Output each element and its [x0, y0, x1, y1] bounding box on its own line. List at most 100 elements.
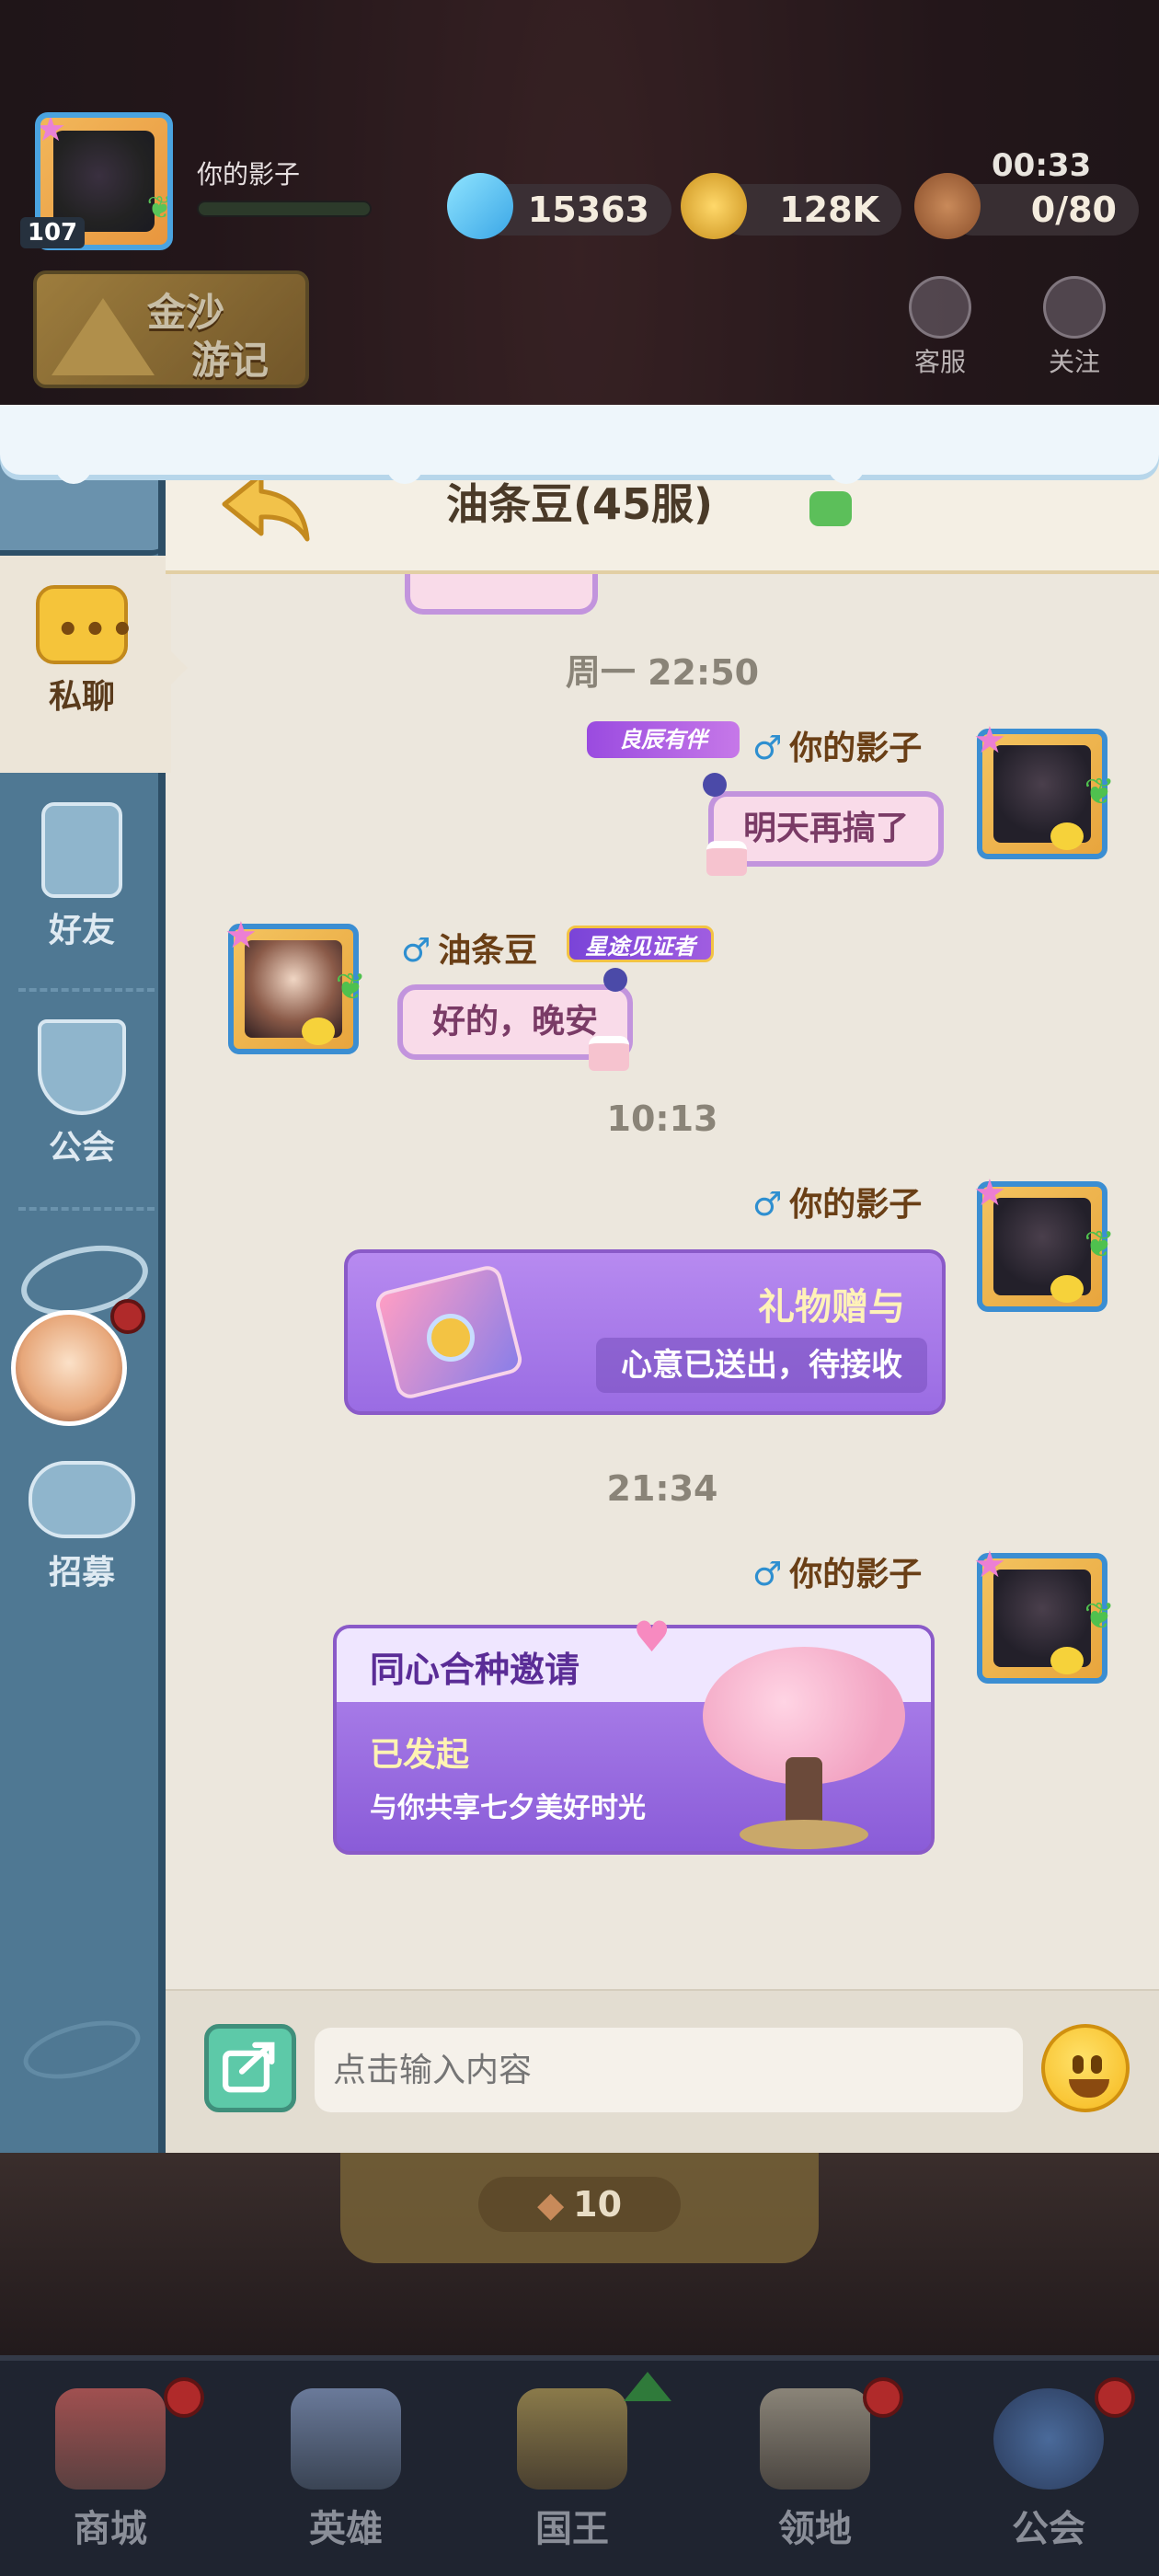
avatar[interactable]: ★ ❦ — [973, 719, 1115, 859]
helmet-icon — [291, 2388, 401, 2490]
planet-icon — [993, 2388, 1104, 2490]
xp-bar — [197, 201, 372, 217]
palm-leaf-icon: ❦ — [335, 966, 366, 1008]
avatar[interactable]: ★ ❦ — [224, 914, 366, 1054]
nav-king[interactable]: 国王 — [480, 2388, 664, 2552]
customer-service-label: 客服 — [913, 347, 966, 377]
gift-card-status: 心意已送出，待接收 — [596, 1338, 927, 1393]
sender-name: ♂ 你的影子 — [752, 721, 922, 769]
customer-service-button[interactable]: 客服 — [903, 276, 977, 379]
gift-card[interactable]: 礼物赠与 心意已送出，待接收 — [344, 1249, 946, 1415]
follow-button[interactable]: 关注 — [1038, 276, 1111, 379]
snow-cap — [0, 405, 1159, 475]
nav-shop-label: 商城 — [74, 2508, 147, 2550]
nav-territory-label: 领地 — [778, 2508, 852, 2550]
male-icon: ♂ — [752, 1186, 783, 1224]
previous-message-bubble — [405, 574, 598, 615]
meat-icon: ◆ — [536, 2184, 565, 2225]
helper-character-avatar[interactable] — [11, 1310, 127, 1426]
duck-icon — [1050, 1647, 1084, 1674]
chat-status-icon — [809, 491, 852, 526]
crown-icon — [517, 2388, 627, 2490]
male-icon: ♂ — [752, 730, 783, 767]
meat-icon — [914, 173, 981, 239]
timestamp: 10:13 — [606, 1098, 718, 1139]
emoji-button[interactable] — [1041, 2024, 1130, 2112]
berry-decoration-icon — [703, 773, 727, 797]
headset-icon — [909, 276, 971, 339]
cost-counter: ◆ 10 — [478, 2177, 681, 2232]
duck-icon — [1050, 1275, 1084, 1303]
sender-name: ♂ 你的影子 — [752, 1178, 922, 1225]
notification-dot — [110, 1299, 145, 1334]
invite-card-subtitle: 与你共享七夕美好时光 — [370, 1792, 646, 1824]
notification-dot — [863, 2377, 903, 2418]
sender-name-text: 你的影子 — [789, 1556, 923, 1593]
upgrade-arrow-icon — [624, 2372, 671, 2401]
player-name: 你的影子 — [197, 159, 301, 190]
berry-decoration-icon — [603, 968, 627, 992]
heart-icon: ♥ — [633, 1612, 671, 1662]
pyramid-icon — [52, 298, 155, 375]
timestamp: 周一 22:50 — [565, 652, 760, 693]
event-banner-line2: 游记 — [191, 338, 270, 383]
title-tag: 星途见证者 — [567, 926, 714, 962]
sender-name: ♂ 油条豆 — [401, 924, 537, 972]
palm-leaf-icon: ❦ — [1084, 771, 1115, 813]
event-banner[interactable]: 金沙 游记 — [33, 270, 309, 388]
avatar[interactable]: ★ ❦ — [973, 1172, 1115, 1312]
cake-decoration-icon — [706, 841, 747, 876]
follow-label: 关注 — [1048, 347, 1100, 377]
duck-icon — [302, 1018, 335, 1045]
avatar[interactable]: ★ ❦ — [973, 1544, 1115, 1684]
castle-icon — [760, 2388, 870, 2490]
chat-bubble-icon: ••• — [36, 585, 134, 664]
share-icon — [222, 2041, 275, 2093]
invite-card-title: 同心合种邀请 — [370, 1650, 580, 1690]
nav-heroes[interactable]: 英雄 — [254, 2388, 438, 2552]
tab-friends[interactable]: 好友 — [0, 802, 164, 951]
tab-private-chat[interactable]: ••• 私聊 — [0, 585, 164, 718]
chat-title: 油条豆(45服) — [445, 479, 714, 529]
guild-shield-icon — [38, 1019, 126, 1115]
nav-guild-label: 公会 — [1012, 2508, 1085, 2550]
handshake-icon — [29, 1461, 135, 1538]
palm-leaf-icon: ❦ — [1084, 1595, 1115, 1638]
sidebar-divider — [18, 988, 155, 992]
cherry-tree-icon — [703, 1647, 905, 1849]
cost-value: 10 — [573, 2184, 623, 2225]
star-icon: ★ — [973, 1172, 1006, 1214]
gift-card-title: 礼物赠与 — [758, 1286, 905, 1328]
tab-guild-label: 公会 — [48, 1129, 115, 1167]
star-icon: ★ — [224, 914, 258, 957]
nav-heroes-label: 英雄 — [309, 2508, 383, 2550]
back-arrow-icon[interactable] — [221, 471, 313, 545]
tab-private-chat-label: 私聊 — [48, 678, 115, 716]
star-icon: ★ — [973, 719, 1006, 762]
contacts-book-icon — [41, 802, 122, 898]
cake-decoration-icon — [589, 1036, 629, 1071]
notification-dot — [164, 2377, 204, 2418]
player-level: 107 — [20, 217, 85, 248]
sidebar-divider — [18, 1207, 155, 1211]
share-button[interactable] — [204, 2024, 296, 2112]
tab-guild[interactable]: 公会 — [0, 1019, 164, 1168]
nav-king-label: 国王 — [535, 2508, 609, 2550]
star-badge-icon — [1043, 276, 1106, 339]
palm-leaf-icon: ❦ — [146, 190, 173, 226]
sender-name: ♂ 你的影子 — [752, 1547, 922, 1595]
tab-recruit[interactable]: 招募 — [0, 1461, 164, 1593]
tab-recruit-label: 招募 — [48, 1554, 115, 1592]
palm-leaf-icon: ❦ — [1084, 1224, 1115, 1266]
shop-icon — [55, 2388, 166, 2490]
star-icon: ★ — [973, 1544, 1006, 1586]
male-icon: ♂ — [752, 1556, 783, 1593]
sender-name-text: 你的影子 — [789, 730, 923, 767]
diamond-icon — [447, 173, 513, 239]
gift-seal-icon — [427, 1314, 475, 1362]
sender-name-text: 油条豆 — [438, 932, 538, 970]
title-tag: 良辰有伴 — [587, 721, 740, 758]
message-input[interactable] — [315, 2028, 1023, 2112]
star-icon: ★ — [35, 112, 67, 149]
countdown-timer: 00:33 — [992, 147, 1092, 184]
